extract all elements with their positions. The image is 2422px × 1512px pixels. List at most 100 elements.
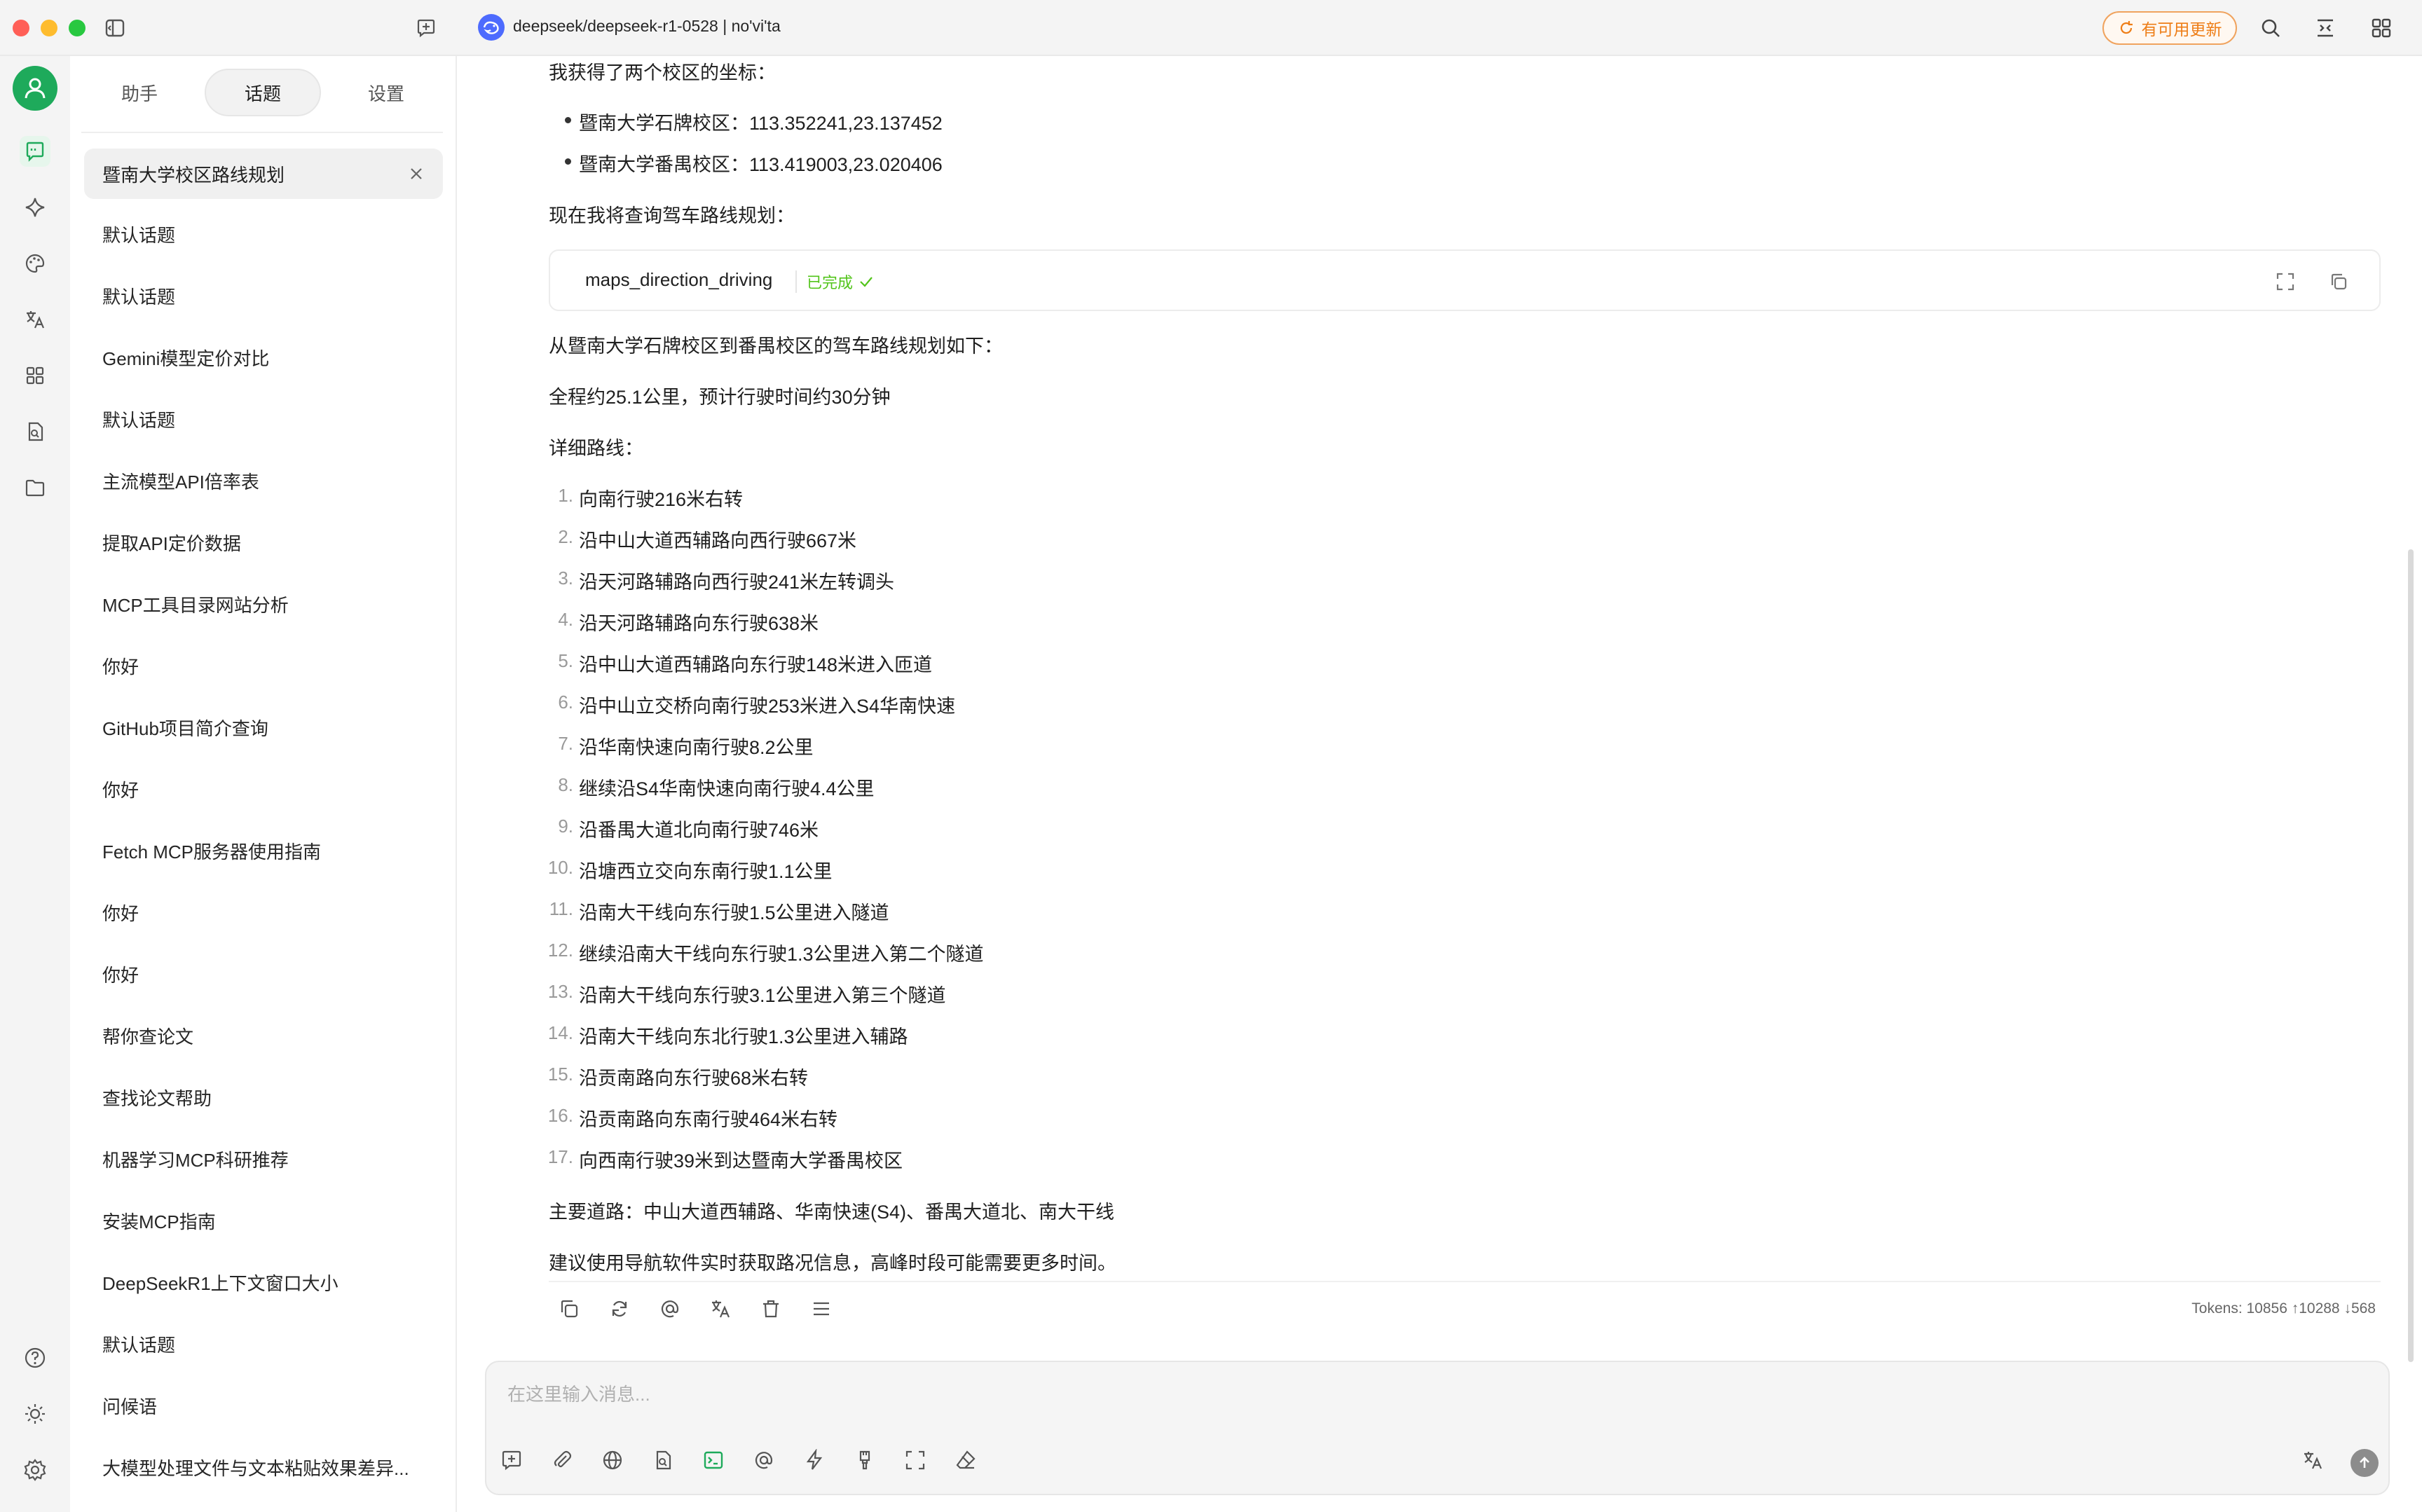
topic-item[interactable]: 机器学习MCP科研推荐 bbox=[102, 1146, 289, 1172]
route-step: 沿贡南路向东行驶68米右转 bbox=[579, 1068, 809, 1089]
step-number: 1. bbox=[558, 485, 573, 506]
eraser-icon[interactable] bbox=[950, 1445, 981, 1476]
apps-grid-icon[interactable] bbox=[2367, 14, 2395, 42]
translate-icon[interactable] bbox=[2297, 1445, 2328, 1476]
topic-item[interactable]: MCP工具目录网站分析 bbox=[102, 591, 289, 617]
folder-icon[interactable] bbox=[20, 472, 50, 503]
route-step: 沿塘西立交向东南行驶1.1公里 bbox=[579, 861, 833, 882]
translate-icon[interactable] bbox=[705, 1293, 736, 1324]
mcp-tools-terminal-icon[interactable] bbox=[698, 1445, 729, 1476]
sparkle-agents-icon[interactable] bbox=[20, 192, 50, 223]
tab-topics[interactable]: 话题 bbox=[205, 69, 321, 116]
new-topic-icon[interactable] bbox=[496, 1445, 527, 1476]
update-available-button[interactable]: 有可用更新 bbox=[2102, 11, 2237, 45]
topic-item[interactable]: 默认话题 bbox=[102, 406, 175, 432]
topic-item[interactable]: 默认话题 bbox=[102, 283, 175, 309]
tool-name: maps_direction_driving bbox=[585, 269, 773, 290]
topic-item[interactable]: 大模型处理文件与文本粘贴效果差异... bbox=[102, 1455, 409, 1480]
tool-separator bbox=[795, 270, 797, 293]
web-search-globe-icon[interactable] bbox=[597, 1445, 628, 1476]
tab-settings[interactable]: 设置 bbox=[328, 69, 444, 116]
route-step: 沿南大干线向东北行驶1.3公里进入辅路 bbox=[579, 1026, 908, 1047]
message-input[interactable]: 在这里输入消息... bbox=[507, 1380, 650, 1406]
route-summary-distance: 全程约25.1公里，预计行驶时间约30分钟 bbox=[549, 387, 891, 408]
delete-trash-icon[interactable] bbox=[755, 1293, 786, 1324]
bullet-dot bbox=[565, 158, 571, 165]
search-icon[interactable] bbox=[2257, 14, 2285, 42]
update-available-label: 有可用更新 bbox=[2141, 20, 2222, 39]
route-step: 沿贡南路向东南行驶464米右转 bbox=[579, 1109, 838, 1130]
topic-item[interactable]: Fetch MCP服务器使用指南 bbox=[102, 838, 321, 864]
route-step: 沿天河路辅路向东行驶638米 bbox=[579, 613, 819, 634]
expand-icon[interactable] bbox=[2271, 268, 2299, 296]
fullscreen-expand-icon[interactable] bbox=[900, 1445, 931, 1476]
step-number: 11. bbox=[549, 898, 573, 919]
tab-assistants[interactable]: 助手 bbox=[81, 69, 198, 116]
topics-sidebar: 助手 话题 设置 暨南大学校区路线规划 默认话题 默认话题 Gemini模型定价… bbox=[70, 56, 457, 1512]
topic-item[interactable]: GitHub项目简介查询 bbox=[102, 715, 268, 741]
copy-icon[interactable] bbox=[2325, 268, 2353, 296]
route-step: 沿华南快速向南行驶8.2公里 bbox=[579, 737, 814, 758]
tool-call-card[interactable]: maps_direction_driving 已完成 bbox=[549, 249, 2381, 311]
message-input-box[interactable]: 在这里输入消息... bbox=[485, 1361, 2390, 1495]
token-usage: Tokens: 10856 ↑10288 ↓568 bbox=[2191, 1300, 2376, 1317]
message-intro: 我获得了两个校区的坐标： bbox=[549, 62, 776, 83]
chat-icon[interactable] bbox=[20, 136, 50, 167]
topic-item[interactable]: 你好 bbox=[102, 653, 139, 679]
mention-model-icon[interactable] bbox=[748, 1445, 779, 1476]
new-topic-icon[interactable] bbox=[412, 14, 440, 42]
theme-sun-icon[interactable] bbox=[20, 1398, 50, 1429]
knowledge-base-icon[interactable] bbox=[648, 1445, 678, 1476]
translate-icon[interactable] bbox=[20, 304, 50, 335]
knowledge-file-icon[interactable] bbox=[20, 416, 50, 447]
topic-item[interactable]: 你好 bbox=[102, 900, 139, 926]
sidebar-toggle-icon[interactable] bbox=[101, 14, 129, 42]
mention-icon[interactable] bbox=[655, 1293, 685, 1324]
tool-status: 已完成 bbox=[807, 270, 874, 293]
step-number: 12. bbox=[547, 940, 573, 961]
topic-item[interactable]: Gemini模型定价对比 bbox=[102, 345, 269, 371]
clear-brush-icon[interactable] bbox=[849, 1445, 880, 1476]
model-title[interactable]: deepseek/deepseek-r1-0528 | no'vi'ta bbox=[513, 17, 781, 36]
topic-item[interactable]: 查找论文帮助 bbox=[102, 1085, 212, 1111]
help-icon[interactable] bbox=[20, 1342, 50, 1373]
chat-scrollbar[interactable] bbox=[2408, 549, 2414, 1362]
settings-gear-icon[interactable] bbox=[20, 1455, 50, 1485]
copy-icon[interactable] bbox=[554, 1293, 584, 1324]
topic-item[interactable]: 问候语 bbox=[102, 1393, 157, 1419]
step-number: 3. bbox=[558, 568, 573, 589]
title-bar: deepseek/deepseek-r1-0528 | no'vi'ta 有可用… bbox=[0, 0, 2422, 56]
advice-text: 建议使用导航软件实时获取路况信息，高峰时段可能需要更多时间。 bbox=[549, 1253, 1116, 1274]
deepseek-logo-icon bbox=[478, 14, 505, 41]
topic-item[interactable]: 默认话题 bbox=[102, 221, 175, 247]
maximize-window-button[interactable] bbox=[69, 20, 85, 36]
minimize-window-button[interactable] bbox=[41, 20, 57, 36]
topic-item[interactable]: 你好 bbox=[102, 961, 139, 987]
topic-item[interactable]: 主流模型API倍率表 bbox=[102, 468, 259, 494]
route-step: 沿番禺大道北向南行驶746米 bbox=[579, 820, 819, 841]
sidebar-tabs: 助手 话题 设置 bbox=[81, 69, 443, 118]
quick-phrases-lightning-icon[interactable] bbox=[799, 1445, 830, 1476]
route-step: 继续沿S4华南快速向南行驶4.4公里 bbox=[579, 778, 875, 799]
more-menu-icon[interactable] bbox=[806, 1293, 837, 1324]
route-step: 向西南行驶39米到达暨南大学番禺校区 bbox=[579, 1150, 903, 1171]
topic-item[interactable]: 提取API定价数据 bbox=[102, 530, 241, 556]
close-icon[interactable] bbox=[406, 164, 426, 184]
palette-icon[interactable] bbox=[20, 248, 50, 279]
close-window-button[interactable] bbox=[13, 20, 29, 36]
tabs-divider bbox=[81, 132, 443, 133]
attachment-paperclip-icon[interactable] bbox=[547, 1445, 577, 1476]
topic-item[interactable]: 默认话题 bbox=[102, 1331, 175, 1357]
topic-item[interactable]: 你好 bbox=[102, 776, 139, 802]
topic-item[interactable]: 安装MCP指南 bbox=[102, 1208, 216, 1234]
narrow-mode-icon[interactable] bbox=[2311, 14, 2339, 42]
topic-item[interactable]: DeepSeekR1上下文窗口大小 bbox=[102, 1270, 338, 1295]
send-button[interactable] bbox=[2351, 1449, 2379, 1477]
regenerate-icon[interactable] bbox=[604, 1293, 635, 1324]
route-step: 沿天河路辅路向西行驶241米左转调头 bbox=[579, 572, 895, 593]
topic-item[interactable]: 帮你查论文 bbox=[102, 1023, 193, 1049]
user-avatar[interactable] bbox=[13, 66, 57, 111]
mini-apps-icon[interactable] bbox=[20, 360, 50, 391]
active-topic-item[interactable]: 暨南大学校区路线规划 bbox=[84, 149, 443, 199]
step-number: 16. bbox=[547, 1105, 573, 1126]
